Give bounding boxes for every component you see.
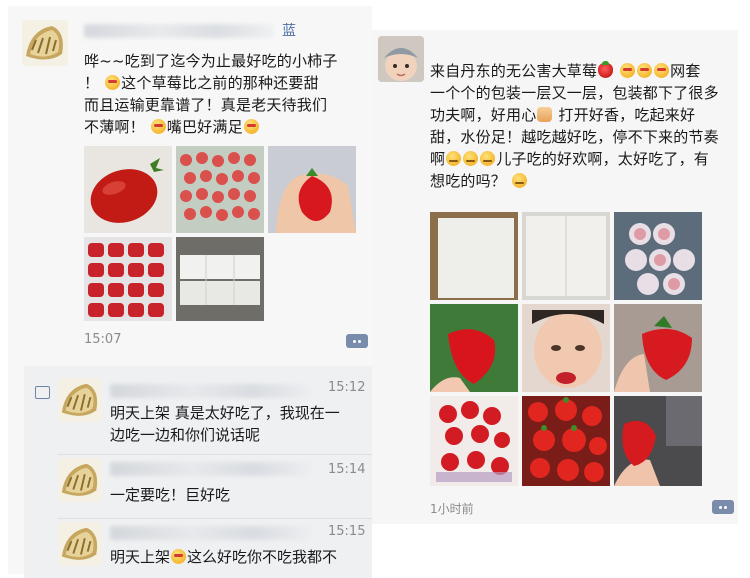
commenter-name-blurred[interactable] xyxy=(110,384,315,398)
post-line-2: ！ 这个草莓比之前的那种还要甜 xyxy=(84,74,319,92)
comment-body: 明天上架 真是太好吃了，我现在一 边吃一边和你们说话呢 xyxy=(110,402,368,446)
winking-emoji-icon xyxy=(511,173,527,188)
commenter-avatar[interactable] xyxy=(58,378,102,422)
post-line-1: 哗~~吃到了迄今为止最好吃的小柿子 xyxy=(84,52,338,70)
comment-divider xyxy=(58,518,372,519)
post-line-1: 来自丹东的无公害大草莓 网套 xyxy=(430,61,701,80)
post-line-3: 而且运输更靠谱了！真是老天待我们 xyxy=(84,96,328,114)
author-name-suffix[interactable]: 蓝 xyxy=(282,20,296,40)
commenter-avatar[interactable] xyxy=(58,458,102,502)
netted-strawberries-photo[interactable] xyxy=(614,212,702,300)
comment-body: 明天上架 这么好吃你不吃我都不 xyxy=(110,548,338,566)
strawberry-box-photo[interactable] xyxy=(176,146,264,233)
post-timestamp: 1小时前 xyxy=(430,502,474,516)
heart-eyes-emoji-icon xyxy=(150,119,166,134)
strawberry-pile-photo[interactable] xyxy=(522,396,610,486)
heart-eyes-emoji-icon xyxy=(171,549,187,564)
thumbs-up-emoji-icon xyxy=(537,107,553,122)
strawberry-in-hand-photo[interactable] xyxy=(268,146,356,233)
foam-box-photo[interactable] xyxy=(430,212,518,300)
comment-time: 15:15 xyxy=(328,524,366,539)
blushing-emoji-icon xyxy=(480,151,496,166)
comment-line: 边吃一边和你们说话呢 xyxy=(110,426,261,444)
child-photo[interactable] xyxy=(522,304,610,392)
more-options-button[interactable] xyxy=(712,500,734,514)
strawberry-tray-photo[interactable] xyxy=(84,237,172,321)
post-text: 来自丹东的无公害大草莓 网套 一个个的包装一层又一层，包装都下了很多 功夫啊，好… xyxy=(430,60,735,192)
comment-time: 15:12 xyxy=(328,380,366,395)
post-line-5: 啊儿子吃的好欢啊，太好吃了，有 xyxy=(430,150,710,168)
post-timestamp: 15:07 xyxy=(84,332,122,347)
heart-eyes-emoji-icon xyxy=(637,63,653,78)
foam-box-open-photo[interactable] xyxy=(522,212,610,300)
strawberry-emoji-icon xyxy=(598,61,614,78)
strawberry-basket-photo[interactable] xyxy=(430,396,518,486)
comment-time: 15:14 xyxy=(328,462,366,477)
commenter-avatar[interactable] xyxy=(58,522,102,566)
blushing-emoji-icon xyxy=(446,151,462,166)
post-line-6: 想吃的吗？ xyxy=(430,170,735,192)
strawberry-closeup-photo[interactable] xyxy=(430,304,518,392)
commenter-name-blurred[interactable] xyxy=(110,462,315,476)
comment-line: 明天上架 真是太好吃了，我现在一 xyxy=(110,404,340,422)
more-options-button[interactable] xyxy=(346,334,368,348)
heart-eyes-emoji-icon xyxy=(654,63,670,78)
strawberry-held-photo[interactable] xyxy=(614,304,702,392)
packaging-box-photo[interactable] xyxy=(176,237,264,321)
blushing-emoji-icon xyxy=(463,151,479,166)
post-line-3: 功夫啊，好用心 打开好香，吃起来好 xyxy=(430,106,696,124)
comment-divider xyxy=(58,454,372,455)
author-avatar[interactable] xyxy=(378,36,424,82)
heart-eyes-emoji-icon xyxy=(620,63,636,78)
comment-body: 一定要吃！巨好吃 xyxy=(110,486,231,504)
comment-bubble-icon xyxy=(35,386,50,399)
author-name-blurred[interactable] xyxy=(84,24,274,38)
post-line-4: 甜，水份足！越吃越好吃，停不下来的节奏 xyxy=(430,128,719,146)
tomato-photo[interactable] xyxy=(84,146,172,233)
strawberry-hand-room-photo[interactable] xyxy=(614,396,702,486)
post-line-2: 一个个的包装一层又一层，包装都下了很多 xyxy=(430,84,719,102)
commenter-name-blurred[interactable] xyxy=(110,526,315,540)
post-text: 哗~~吃到了迄今为止最好吃的小柿子 ！ 这个草莓比之前的那种还要甜 而且运输更靠… xyxy=(84,50,369,138)
author-avatar[interactable] xyxy=(22,20,68,66)
heart-eyes-emoji-icon xyxy=(243,119,259,134)
heart-eyes-emoji-icon xyxy=(105,75,121,90)
post-line-4: 不薄啊！ 嘴巴好满足 xyxy=(84,116,369,138)
